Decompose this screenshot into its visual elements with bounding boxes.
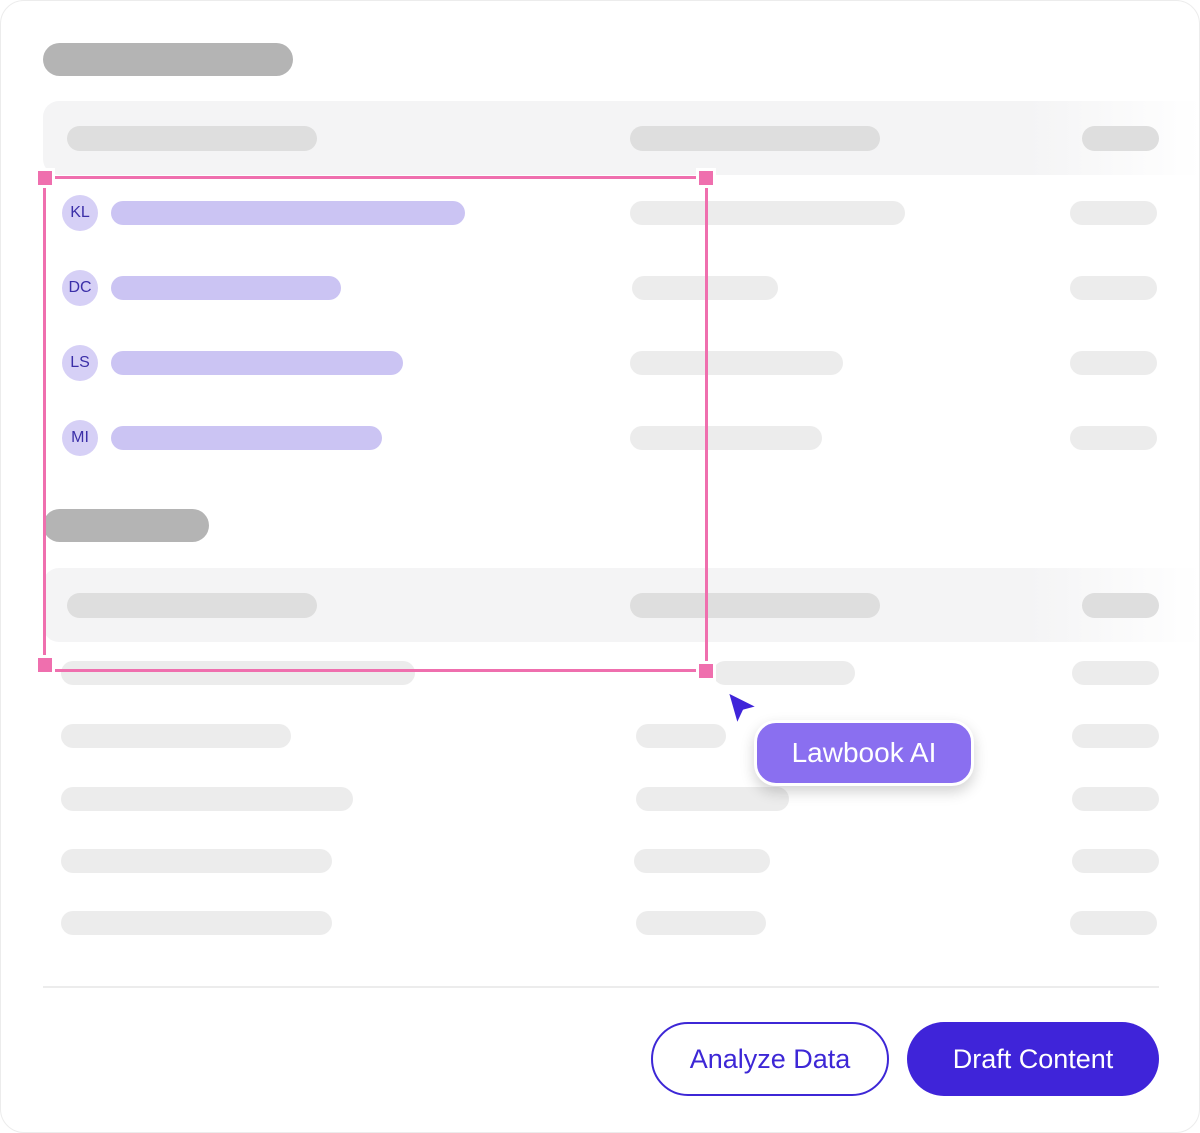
resize-handle-bottom-left[interactable] [35,655,55,675]
avatar: KL [62,195,98,231]
row-cell-placeholder [61,911,332,935]
row-cell-placeholder [1072,849,1159,873]
row-cell-placeholder [630,201,905,225]
header-cell-placeholder [67,593,317,618]
row-cell-placeholder [636,911,766,935]
resize-handle-top-left[interactable] [35,168,55,188]
row-cell-placeholder [630,351,843,375]
avatar: MI [62,420,98,456]
row-cell-placeholder [61,787,353,811]
row-cell-placeholder [713,661,855,685]
selection-edge-right [705,178,708,670]
avatar: LS [62,345,98,381]
ai-cursor-label: Lawbook AI [754,720,974,786]
selection-edge-bottom [45,669,707,672]
row-cell-placeholder [61,724,291,748]
row-cell-placeholder [1072,661,1159,685]
draft-content-button[interactable]: Draft Content [907,1022,1159,1096]
document-table-card: KL DC LS MI Analyze Data Draft Content L… [0,0,1200,1133]
header-cell-placeholder [1082,593,1159,618]
row-cell-placeholder [1070,911,1157,935]
row-cell-placeholder [636,787,789,811]
section-title-placeholder [43,43,293,76]
resize-handle-bottom-right[interactable] [696,661,716,681]
row-cell-placeholder [1070,201,1157,225]
row-cell-placeholder [1070,351,1157,375]
row-cell-placeholder [1072,724,1159,748]
row-name-placeholder [111,201,465,225]
selection-edge-left [43,178,46,668]
row-name-placeholder [111,276,341,300]
resize-handle-top-right[interactable] [696,168,716,188]
row-cell-placeholder [61,849,332,873]
row-cell-placeholder [1072,787,1159,811]
section-title-placeholder [43,509,209,542]
avatar: DC [62,270,98,306]
header-cell-placeholder [630,126,880,151]
row-cell-placeholder [630,426,822,450]
analyze-data-button[interactable]: Analyze Data [651,1022,889,1096]
header-cell-placeholder [630,593,880,618]
row-name-placeholder [111,426,382,450]
header-cell-placeholder [67,126,317,151]
selection-edge-top [45,176,707,179]
row-name-placeholder [111,351,403,375]
header-cell-placeholder [1082,126,1159,151]
footer-divider [43,986,1159,988]
row-cell-placeholder [634,849,770,873]
row-cell-placeholder [1070,426,1157,450]
row-cell-placeholder [636,724,726,748]
row-cell-placeholder [61,661,415,685]
row-cell-placeholder [1070,276,1157,300]
